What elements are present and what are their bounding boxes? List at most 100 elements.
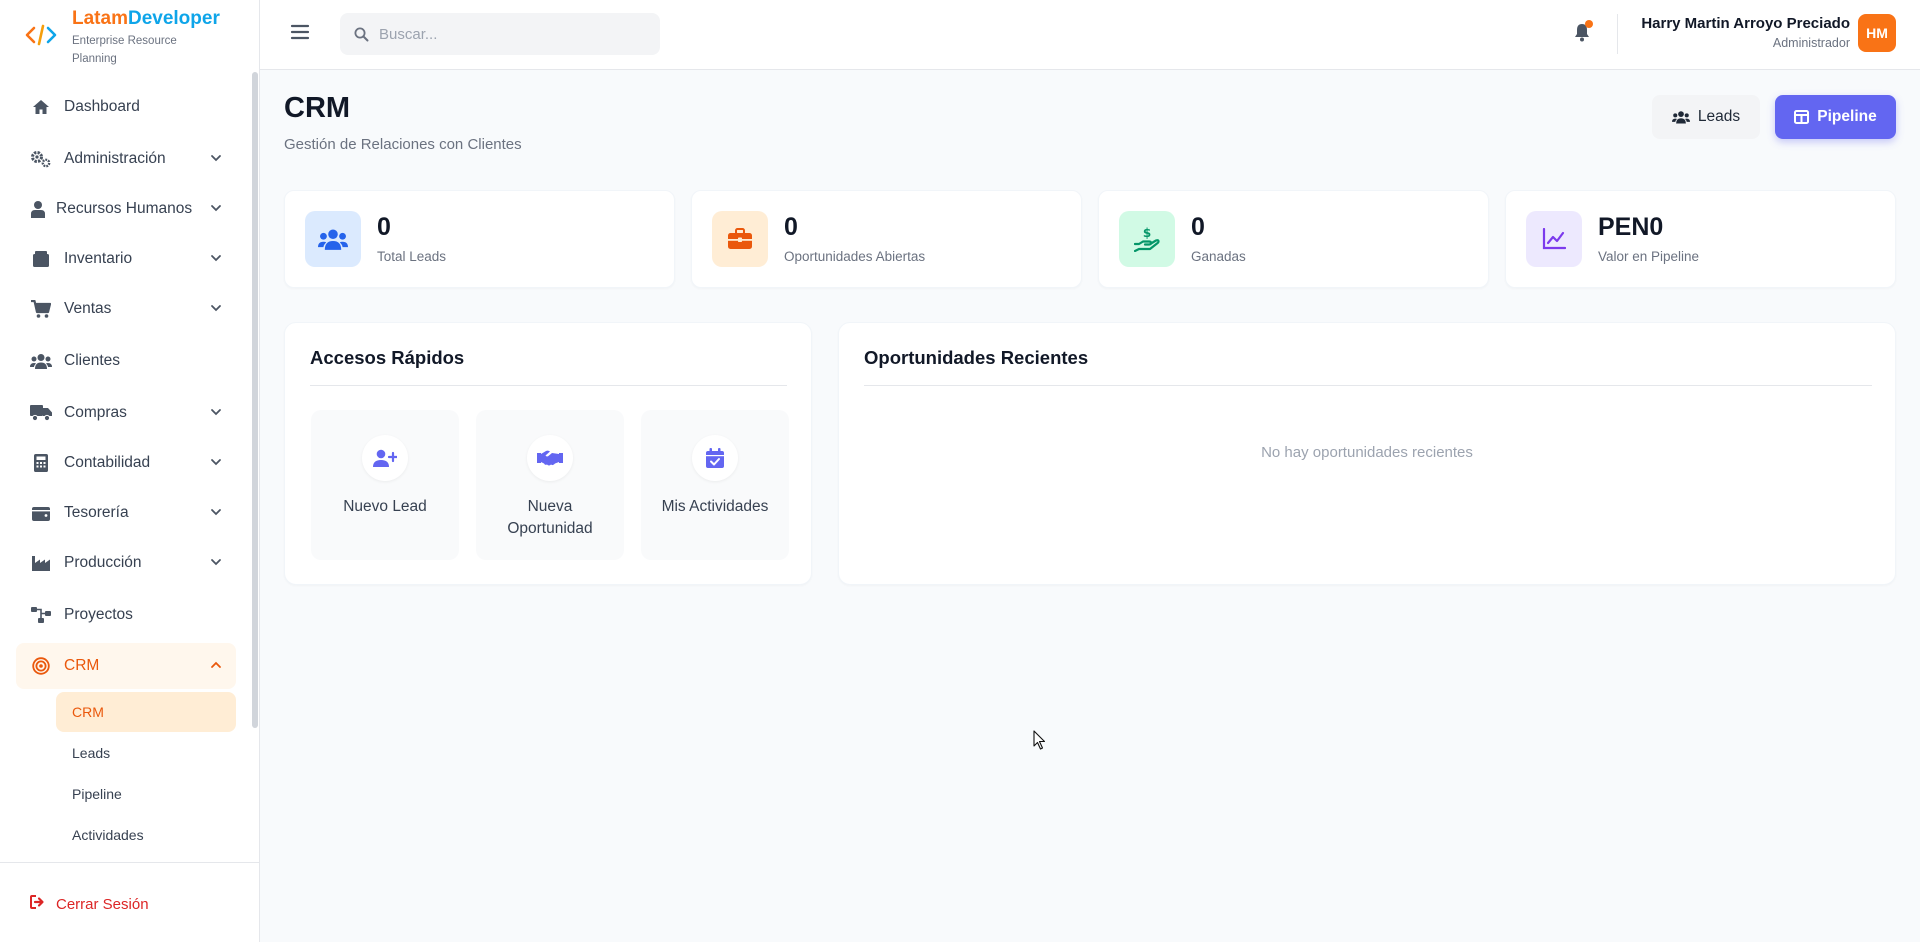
sidebar-item-label: Ventas xyxy=(64,300,112,317)
handshake-icon xyxy=(537,450,563,466)
sidebar: LatamDeveloper Enterprise Resource Plann… xyxy=(0,0,260,942)
empty-state-message: No hay oportunidades recientes xyxy=(1261,444,1473,461)
stat-card-pipeline-value: PEN0 Valor en Pipeline xyxy=(1505,190,1896,288)
industry-icon xyxy=(30,553,52,573)
quick-icon-circle xyxy=(692,435,738,481)
card-title: Oportunidades Recientes xyxy=(864,347,1089,368)
quick-new-opportunity[interactable]: Nueva Oportunidad xyxy=(476,410,624,560)
stat-value: 0 xyxy=(1191,213,1205,241)
calendar-check-icon xyxy=(706,448,724,468)
user-info[interactable]: Harry Martin Arroyo Preciado Administrad… xyxy=(1641,14,1850,52)
stat-card-open-opportunities: 0 Oportunidades Abiertas xyxy=(691,190,1082,288)
sidebar-item-tesoreria[interactable]: Tesorería xyxy=(16,491,236,535)
sidebar-subitem-actividades[interactable]: Actividades xyxy=(56,815,236,855)
user-tie-icon xyxy=(30,199,46,219)
stat-icon-box xyxy=(305,211,361,267)
sign-out-icon xyxy=(30,895,46,913)
columns-icon xyxy=(1794,110,1810,124)
card-divider xyxy=(864,385,1872,386)
quick-icon-circle xyxy=(527,435,573,481)
user-plus-icon xyxy=(373,449,397,467)
user-role: Administrador xyxy=(1772,36,1850,50)
chevron-down-icon xyxy=(211,255,221,262)
calculator-icon xyxy=(30,453,52,473)
stat-label: Valor en Pipeline xyxy=(1598,249,1700,264)
brand[interactable]: LatamDeveloper Enterprise Resource Plann… xyxy=(24,6,220,68)
box-icon xyxy=(30,249,52,269)
code-logo-icon xyxy=(25,24,57,46)
chevron-down-icon xyxy=(211,459,221,466)
chevron-down-icon xyxy=(211,559,221,566)
sidebar-subitem-label: Actividades xyxy=(72,827,144,843)
notification-dot xyxy=(1585,20,1593,28)
stat-icon-box: $ xyxy=(1119,211,1175,267)
sidebar-item-recursos-humanos[interactable]: Recursos Humanos xyxy=(16,187,236,231)
page-subtitle: Gestión de Relaciones con Clientes xyxy=(284,136,522,153)
stat-card-total-leads: 0 Total Leads xyxy=(284,190,675,288)
bullseye-icon xyxy=(30,656,52,676)
chevron-down-icon xyxy=(211,409,221,416)
logout-button[interactable]: Cerrar Sesión xyxy=(30,895,149,913)
stat-icon-box xyxy=(1526,211,1582,267)
sidebar-subitem-label: Leads xyxy=(72,745,111,761)
quick-icon-circle xyxy=(362,435,408,481)
sidebar-item-label: Clientes xyxy=(64,352,120,369)
recent-opportunities-card: Oportunidades Recientes No hay oportunid… xyxy=(838,322,1896,585)
svg-text:$: $ xyxy=(1143,226,1151,240)
quick-my-activities[interactable]: Mis Actividades xyxy=(641,410,789,560)
mouse-cursor-icon xyxy=(1033,730,1046,750)
chart-line-icon xyxy=(1542,228,1566,250)
truck-icon xyxy=(30,403,52,423)
topbar: Harry Martin Arroyo Preciado Administrad… xyxy=(260,0,1920,70)
users-icon xyxy=(30,351,52,371)
sidebar-subitem-pipeline[interactable]: Pipeline xyxy=(56,774,236,814)
sidebar-item-label: Contabilidad xyxy=(64,454,151,471)
quick-new-lead[interactable]: Nuevo Lead xyxy=(311,410,459,560)
avatar[interactable]: HM xyxy=(1858,14,1896,52)
stat-label: Total Leads xyxy=(377,249,447,264)
card-divider xyxy=(310,385,787,386)
brand-name: LatamDeveloper xyxy=(72,8,220,29)
stat-value: 0 xyxy=(377,213,391,241)
sidebar-scrollbar[interactable] xyxy=(252,72,258,728)
gears-icon xyxy=(30,149,52,169)
chevron-down-icon xyxy=(211,155,221,162)
chevron-up-icon xyxy=(211,661,221,668)
hamburger-menu-icon[interactable] xyxy=(290,22,310,42)
sidebar-subitem-leads[interactable]: Leads xyxy=(56,733,236,773)
sidebar-item-contabilidad[interactable]: Contabilidad xyxy=(16,441,236,485)
sidebar-item-proyectos[interactable]: Proyectos xyxy=(16,593,236,637)
home-icon xyxy=(30,97,52,117)
sidebar-item-administracion[interactable]: Administración xyxy=(16,137,236,181)
sidebar-item-crm[interactable]: CRM xyxy=(16,643,236,689)
sidebar-item-label: Administración xyxy=(64,150,166,167)
sidebar-item-inventario[interactable]: Inventario xyxy=(16,237,236,281)
sidebar-item-produccion[interactable]: Producción xyxy=(16,541,236,585)
quick-label: Nueva Oportunidad xyxy=(507,498,593,537)
cart-icon xyxy=(30,299,52,319)
hand-holding-dollar-icon: $ xyxy=(1134,226,1160,252)
sidebar-item-dashboard[interactable]: Dashboard xyxy=(16,85,236,129)
users-icon xyxy=(318,229,348,250)
sidebar-item-label: Tesorería xyxy=(64,504,129,521)
pipeline-button[interactable]: Pipeline xyxy=(1775,95,1896,139)
sidebar-item-ventas[interactable]: Ventas xyxy=(16,287,236,331)
search-box[interactable] xyxy=(340,13,660,55)
briefcase-icon xyxy=(728,228,752,249)
chevron-down-icon xyxy=(211,305,221,312)
sidebar-item-clientes[interactable]: Clientes xyxy=(16,339,236,383)
stat-card-won: $ 0 Ganadas xyxy=(1098,190,1489,288)
sidebar-subitem-crm[interactable]: CRM xyxy=(56,692,236,732)
sidebar-item-compras[interactable]: Compras xyxy=(16,391,236,435)
sidebar-footer: Cerrar Sesión xyxy=(0,862,259,942)
search-input[interactable] xyxy=(379,25,639,43)
sidebar-item-label: Recursos Humanos xyxy=(56,200,193,217)
users-icon xyxy=(1671,110,1690,124)
notifications-button[interactable] xyxy=(1570,20,1594,44)
pipeline-button-label: Pipeline xyxy=(1817,108,1877,125)
leads-button-label: Leads xyxy=(1697,108,1741,125)
topbar-divider xyxy=(1617,14,1618,54)
leads-button[interactable]: Leads xyxy=(1652,95,1760,139)
sidebar-item-label: Producción xyxy=(64,554,142,571)
quick-label: Nuevo Lead xyxy=(343,498,427,515)
